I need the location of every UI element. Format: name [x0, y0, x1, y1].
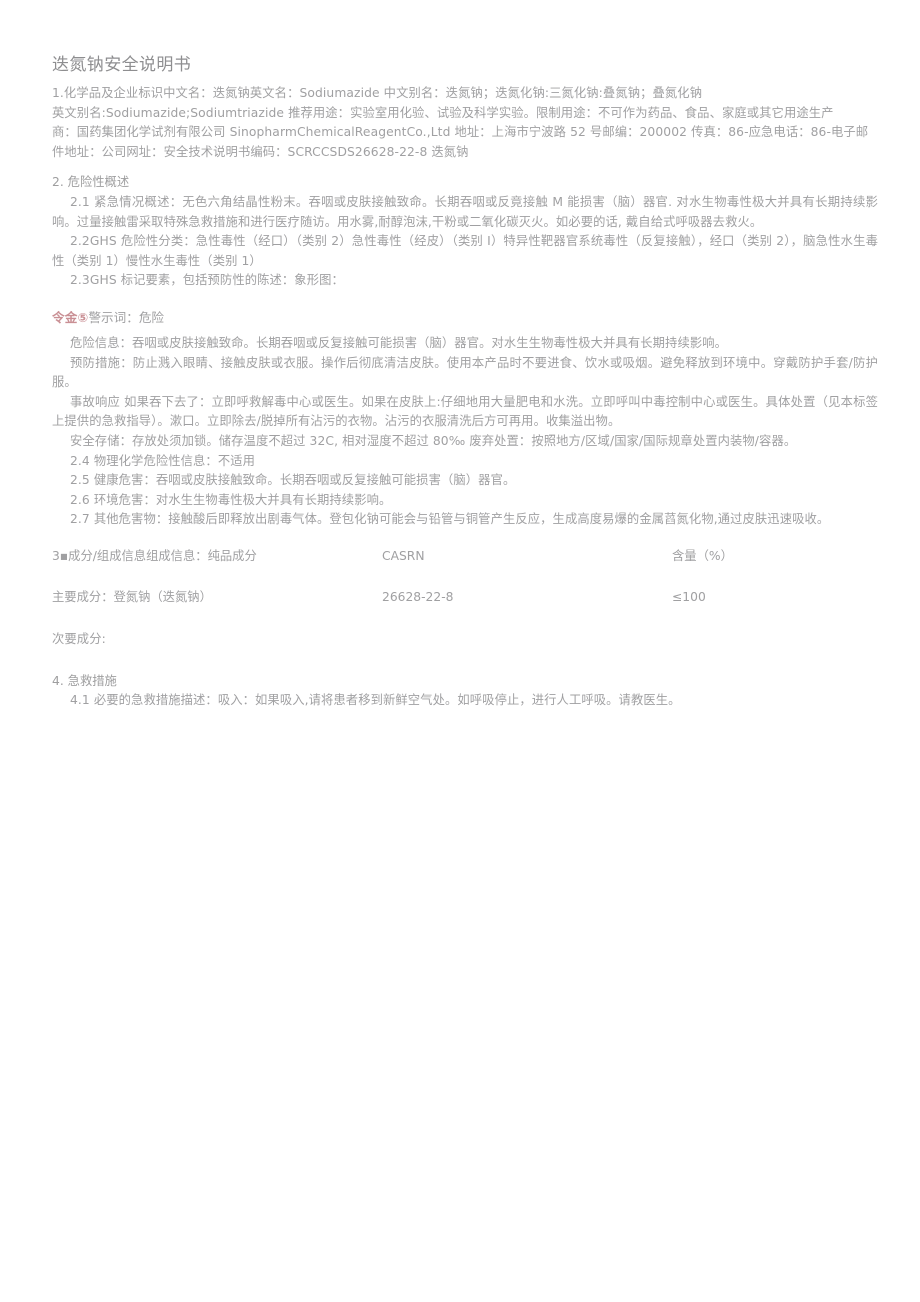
hazards-item-2-1: 2.1 紧急情况概述：无色六角结晶性粉末。吞咽或皮肤接触致命。长期吞咽或反竟接触…: [52, 194, 878, 229]
column-header-concentration: 含量（%）: [672, 548, 733, 563]
cell-cas-number: 26628-22-8: [382, 590, 454, 605]
ghs-signal-word-line: 令金⑤警示词：危险: [52, 308, 878, 328]
first-aid-heading: 4. 急救措施: [52, 673, 117, 688]
page-title: 迭氮钠安全说明书: [52, 55, 192, 75]
minor-component-label: 次要成分:: [52, 632, 106, 647]
identification-line-1: 1.化学品及企业标识中文名：迭氮钠英文名：Sodiumazide 中文别名：迭氮…: [52, 86, 703, 100]
composition-table-head: 3▪成分/组成信息组成信息：纯品成分 CASRN 含量（%）: [52, 547, 878, 589]
precautionary-statement: 预防措施：防止溅入眼睛、接触皮肤或衣服。操作后彻底清洁皮肤。使用本产品时不要进食…: [52, 355, 878, 390]
ghs-pictogram-icon: 令金⑤: [52, 309, 89, 325]
hazards-item-2-7: 2.7 其他危害物：接触酸后即释放出剧毒气体。登包化钠可能会与铅管与铜管产生反应…: [70, 512, 830, 527]
composition-table: 3▪成分/组成信息组成信息：纯品成分 CASRN 含量（%） 主要成分：登氮钠（…: [52, 547, 878, 630]
hazards-heading: 2. 危险性概述: [52, 175, 130, 190]
cell-component-name: 主要成分：登氮钠（迭氮钠）: [52, 590, 212, 605]
identification-line-4: 件地址：公司网址：安全技术说明书编码：SCRCCSDS26628-22-8 迭氮…: [52, 144, 469, 159]
section-hazards: 2. 危险性概述 2.1 紧急情况概述：无色六角结晶性粉末。吞咽或皮肤接触致命。…: [52, 173, 878, 530]
ghs-signal-word: 警示词：危险: [88, 309, 165, 325]
hazards-item-2-6: 2.6 环境危害：对水生生物毒性极大并具有长期持续影响。: [70, 492, 392, 507]
composition-table-body: 主要成分：登氮钠（迭氮钠） 26628-22-8 ≤100: [52, 588, 878, 630]
document-page: 迭氮钠安全说明书 1.化学品及企业标识中文名：迭氮钠英文名：Sodiumazid…: [0, 0, 920, 1302]
hazards-item-2-4: 2.4 物理化学危险性信息：不适用: [70, 453, 256, 468]
storage-statement: 安全存储：存放处须加锁。储存温度不超过 32C, 相对湿度不超过 80‰ 废弃处…: [70, 433, 797, 448]
section-identification: 1.化学品及企业标识中文名：迭氮钠英文名：Sodiumazide 中文别名：迭氮…: [52, 84, 878, 162]
section-first-aid: 4. 急救措施 4.1 必要的急救措施描述：吸入：如果吸入,请将患者移到新鲜空气…: [52, 672, 878, 711]
hazards-item-2-5: 2.5 健康危害：吞咽或皮肤接触致命。长期吞咽或反复接触可能损害（脑）器官。: [70, 473, 516, 488]
identification-line-3: 商：国药集团化学试剂有限公司 SinopharmChemicalReagentC…: [52, 125, 869, 140]
cell-concentration: ≤100: [672, 590, 706, 605]
table-row: 主要成分：登氮钠（迭氮钠） 26628-22-8 ≤100: [52, 588, 878, 630]
hazard-statement: 危险信息：吞咽或皮肤接触致命。长期吞咽或反复接触可能损害（脑）器官。对水生生物毒…: [70, 335, 728, 350]
table-header-row: 3▪成分/组成信息组成信息：纯品成分 CASRN 含量（%）: [52, 547, 878, 589]
column-header-name: 3▪成分/组成信息组成信息：纯品成分: [52, 548, 257, 563]
hazards-item-2-2: 2.2GHS 危险性分类：急性毒性（经口）（类别 2）急性毒性（经皮）（类别 I…: [52, 234, 878, 268]
response-statement: 事故响应 如果吞下去了：立即呼救解毒中心或医生。如果在皮肤上:仔细地用大量肥电和…: [52, 394, 878, 429]
first-aid-item-4-1: 4.1 必要的急救措施描述：吸入：如果吸入,请将患者移到新鲜空气处。如呼吸停止，…: [70, 693, 681, 708]
column-header-cas: CASRN: [382, 548, 425, 563]
identification-line-2: 英文别名:Sodiumazide;Sodiumtriazide 推荐用途：实验室…: [52, 105, 834, 120]
hazards-item-2-3: 2.3GHS 标记要素，包括预防性的陈述：象形图：: [70, 273, 344, 288]
